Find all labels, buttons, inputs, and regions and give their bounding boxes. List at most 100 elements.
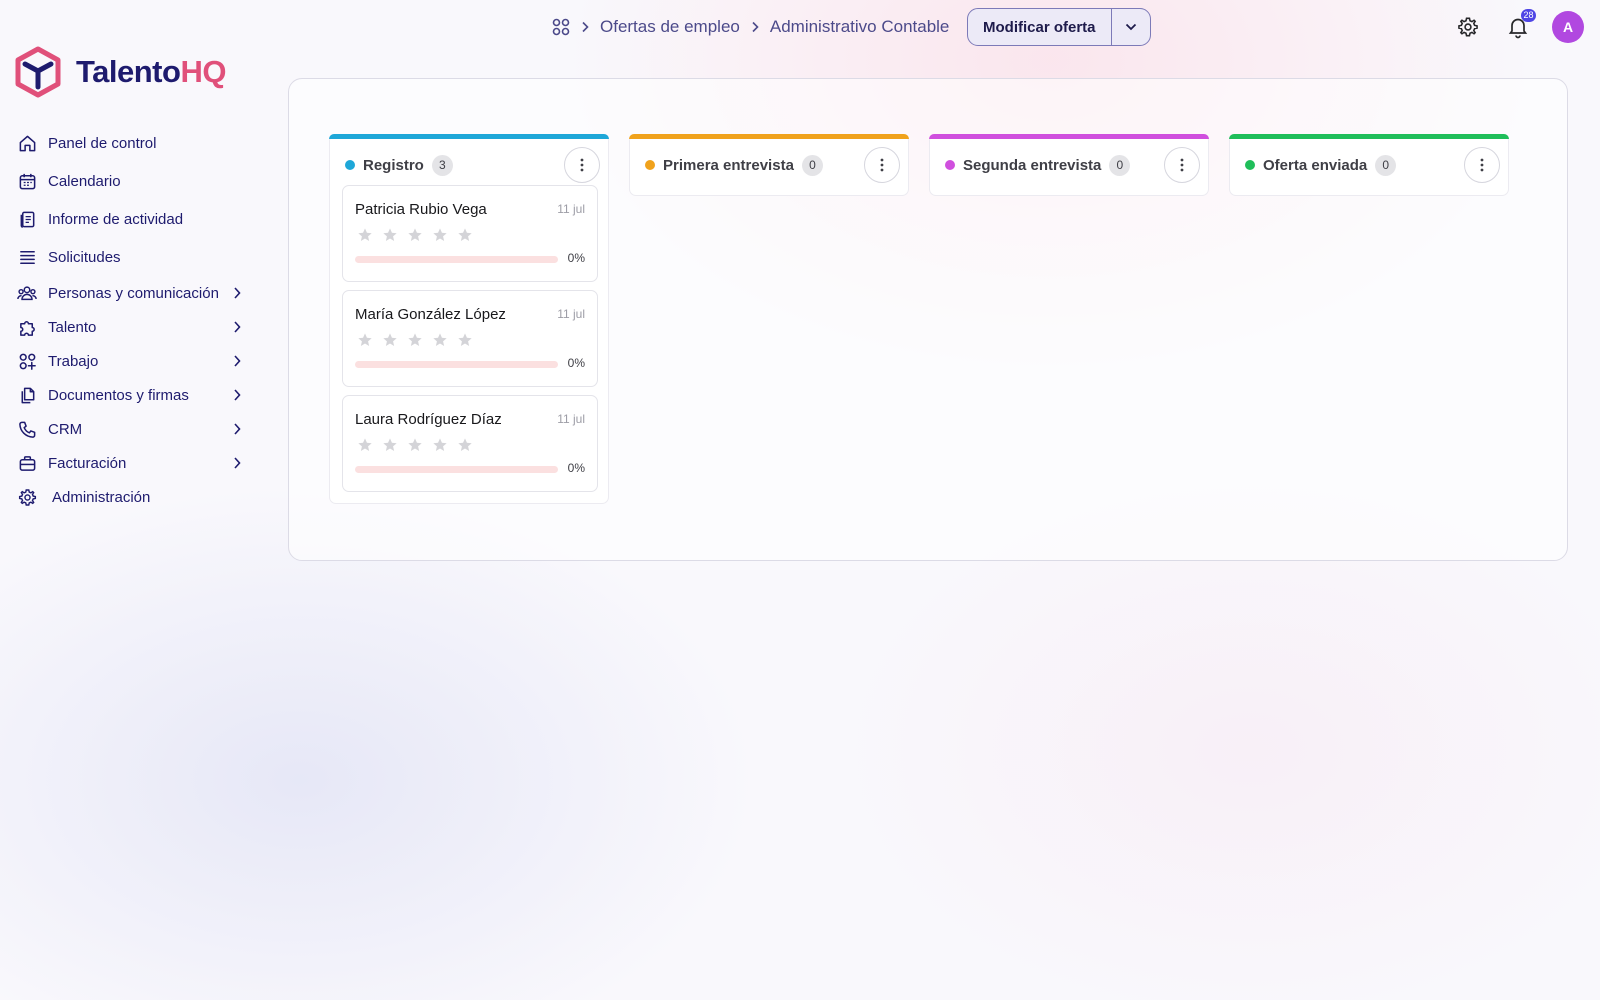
- status-dot: [1245, 160, 1255, 170]
- column-title: Segunda entrevista: [963, 156, 1102, 174]
- column-title: Registro: [363, 156, 424, 174]
- column-title: Oferta enviada: [1263, 156, 1368, 174]
- candidate-card[interactable]: Patricia Rubio Vega 11 jul 0%: [342, 185, 598, 282]
- candidate-date: 11 jul: [557, 202, 585, 216]
- star-icon[interactable]: [432, 437, 448, 453]
- column-header: Segunda entrevista 0: [929, 134, 1209, 195]
- edit-offer-dropdown[interactable]: [1112, 9, 1150, 45]
- star-icon[interactable]: [457, 437, 473, 453]
- edit-offer-split-button: Modificar oferta: [967, 8, 1151, 46]
- column-count-badge: 0: [1375, 154, 1397, 176]
- star-icon[interactable]: [382, 332, 398, 348]
- notification-count-badge: 28: [1521, 9, 1536, 22]
- candidate-card[interactable]: Laura Rodríguez Díaz 11 jul 0%: [342, 395, 598, 492]
- column-menu-button[interactable]: [1164, 147, 1200, 183]
- progress-bar: [355, 256, 558, 263]
- star-icon[interactable]: [357, 227, 373, 243]
- sidebar-item-trabajo[interactable]: Trabajo: [16, 346, 242, 376]
- star-icon[interactable]: [382, 227, 398, 243]
- user-avatar[interactable]: A: [1552, 11, 1584, 43]
- more-vertical-icon: [580, 158, 584, 172]
- rating-stars: [357, 437, 473, 453]
- people-icon: [16, 282, 38, 304]
- notifications-button[interactable]: 28: [1504, 9, 1536, 41]
- star-icon[interactable]: [407, 437, 423, 453]
- candidate-name: Patricia Rubio Vega: [355, 201, 487, 218]
- star-icon[interactable]: [432, 227, 448, 243]
- apps-icon[interactable]: [552, 18, 570, 36]
- breadcrumb-link-ofertas[interactable]: Ofertas de empleo: [600, 17, 740, 37]
- sidebar-item-facturacion[interactable]: Facturación: [16, 448, 242, 478]
- kanban-column-primera-entrevista: Primera entrevista 0: [629, 134, 909, 196]
- chevron-right-icon: [232, 353, 242, 369]
- phone-icon: [16, 418, 38, 440]
- list-icon: [16, 246, 38, 268]
- chevron-right-icon: [580, 21, 590, 33]
- chevron-right-icon: [750, 21, 760, 33]
- settings-button[interactable]: [1454, 13, 1482, 41]
- star-icon[interactable]: [357, 437, 373, 453]
- candidate-card[interactable]: María González López 11 jul 0%: [342, 290, 598, 387]
- chevron-right-icon: [232, 421, 242, 437]
- column-menu-button[interactable]: [1464, 147, 1500, 183]
- sidebar-item-label: Trabajo: [48, 352, 99, 370]
- star-icon[interactable]: [407, 332, 423, 348]
- sidebar-item-label: CRM: [48, 420, 83, 438]
- sidebar-item-panel-de-control[interactable]: Panel de control: [16, 128, 242, 158]
- chevron-down-icon: [1125, 23, 1137, 31]
- breadcrumb: Ofertas de empleo Administrativo Contabl…: [552, 17, 949, 37]
- puzzle-icon: [16, 316, 38, 338]
- sidebar-item-label: Administración: [52, 488, 151, 506]
- sidebar-item-label: Panel de control: [48, 134, 157, 152]
- progress-bar: [355, 466, 558, 473]
- star-icon[interactable]: [382, 437, 398, 453]
- candidate-name: María González López: [355, 306, 506, 323]
- documents-icon: [16, 384, 38, 406]
- sidebar-item-documentos-y-firmas[interactable]: Documentos y firmas: [16, 380, 242, 410]
- sidebar-item-informe-de-actividad[interactable]: Informe de actividad: [16, 204, 242, 234]
- star-icon[interactable]: [432, 332, 448, 348]
- sidebar-item-personas-y-comunicacion[interactable]: Personas y comunicación: [16, 278, 242, 308]
- chevron-right-icon: [232, 285, 242, 301]
- column-header: Primera entrevista 0: [629, 134, 909, 195]
- star-icon[interactable]: [407, 227, 423, 243]
- candidate-name: Laura Rodríguez Díaz: [355, 411, 502, 428]
- more-vertical-icon: [1480, 158, 1484, 172]
- pipeline-board: Registro 3 Patricia Rubio Vega 11 jul 0%: [288, 78, 1568, 561]
- grid-plus-icon: [16, 350, 38, 372]
- home-icon: [16, 132, 38, 154]
- cube-logo-icon: [14, 46, 62, 98]
- sidebar-item-label: Informe de actividad: [48, 210, 184, 228]
- column-title: Primera entrevista: [663, 156, 794, 174]
- sidebar-item-administracion[interactable]: Administración: [16, 482, 242, 512]
- edit-offer-button[interactable]: Modificar oferta: [968, 9, 1112, 45]
- sidebar-item-solicitudes[interactable]: Solicitudes: [16, 242, 242, 272]
- column-count-badge: 0: [801, 154, 823, 176]
- column-menu-button[interactable]: [864, 147, 900, 183]
- kanban-column-registro: Registro 3 Patricia Rubio Vega 11 jul 0%: [329, 134, 609, 504]
- sidebar-item-talento[interactable]: Talento: [16, 312, 242, 342]
- top-bar: Ofertas de empleo Administrativo Contabl…: [0, 0, 1600, 54]
- sidebar-item-crm[interactable]: CRM: [16, 414, 242, 444]
- star-icon[interactable]: [457, 332, 473, 348]
- sidebar-item-calendario[interactable]: Calendario: [16, 166, 242, 196]
- more-vertical-icon: [1180, 158, 1184, 172]
- brand-logo[interactable]: TalentoHQ: [14, 46, 226, 98]
- progress-bar: [355, 361, 558, 368]
- rating-stars: [357, 227, 473, 243]
- sidebar-item-label: Facturación: [48, 454, 127, 472]
- sidebar-item-label: Talento: [48, 318, 97, 336]
- star-icon[interactable]: [357, 332, 373, 348]
- column-color-bar: [1229, 134, 1509, 139]
- star-icon[interactable]: [457, 227, 473, 243]
- progress-text: 0%: [567, 356, 585, 370]
- sidebar-item-label: Documentos y firmas: [48, 386, 189, 404]
- gear-icon: [1457, 16, 1479, 38]
- gear-icon: [16, 486, 38, 508]
- briefcase-icon: [16, 452, 38, 474]
- column-menu-button[interactable]: [564, 147, 600, 183]
- column-count-badge: 3: [431, 154, 453, 176]
- report-icon: [16, 208, 38, 230]
- breadcrumb-current: Administrativo Contable: [769, 17, 950, 36]
- chevron-right-icon: [232, 455, 242, 471]
